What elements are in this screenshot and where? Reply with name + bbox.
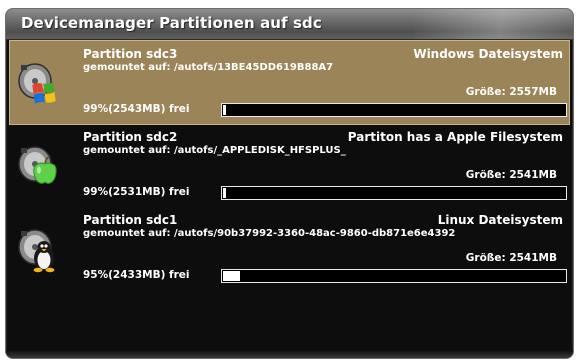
partition-name: Partition sdc3 <box>83 47 178 61</box>
partition-list: Partition sdc3 Windows Dateisystem gemou… <box>6 40 573 290</box>
free-space-label: 99%(2531MB) frei <box>83 186 190 198</box>
usage-bar-fill <box>223 105 226 115</box>
partition-size: Größe: 2557MB <box>465 86 557 98</box>
devicemanager-window: Devicemanager Partitionen auf sdc Partit… <box>5 8 574 359</box>
partition-size: Größe: 2541MB <box>465 252 557 264</box>
partition-row-sdc3[interactable]: Partition sdc3 Windows Dateisystem gemou… <box>9 40 570 125</box>
partition-row-sdc2[interactable]: Partition sdc2 Partiton has a Apple File… <box>10 124 569 207</box>
title-bar: Devicemanager Partitionen auf sdc <box>6 9 573 40</box>
bottom-edge <box>6 350 573 358</box>
usage-bar <box>221 103 567 117</box>
filesystem-type: Linux Dateisystem <box>437 213 563 227</box>
linux-disk-icon <box>18 229 55 273</box>
usage-bar-fill <box>223 271 240 281</box>
free-space-label: 95%(2433MB) frei <box>83 269 190 281</box>
partition-name: Partition sdc1 <box>83 213 178 227</box>
mount-path: gemountet auf: /autofs/13BE45DD619B88A7 <box>83 62 334 73</box>
mount-path: gemountet auf: /autofs/_APPLEDISK_HFSPLU… <box>83 145 346 156</box>
windows-disk-icon <box>18 63 56 104</box>
filesystem-type: Windows Dateisystem <box>413 47 563 61</box>
usage-bar <box>221 269 567 283</box>
partition-size: Größe: 2541MB <box>465 169 557 181</box>
usage-bar <box>221 186 567 200</box>
free-space-label: 99%(2543MB) frei <box>83 103 190 115</box>
mount-path: gemountet auf: /autofs/90b37992-3360-48a… <box>83 228 456 239</box>
partition-row-sdc1[interactable]: Partition sdc1 Linux Dateisystem gemount… <box>10 207 569 290</box>
window-title: Devicemanager Partitionen auf sdc <box>21 14 322 32</box>
usage-bar-fill <box>223 188 226 198</box>
filesystem-type: Partiton has a Apple Filesystem <box>347 130 563 144</box>
partition-name: Partition sdc2 <box>83 130 178 144</box>
apple-disk-icon <box>18 146 57 184</box>
